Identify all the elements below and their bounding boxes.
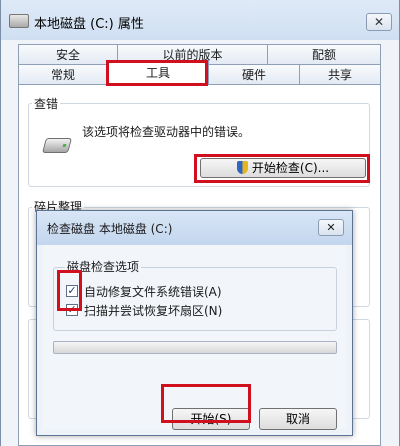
- close-button[interactable]: ✕: [366, 13, 392, 31]
- check-disk-dialog: 检查磁盘 本地磁盘 (C:) ✕ 磁盘检查选项 ✓ 自动修复文件系统错误(A) …: [36, 210, 353, 436]
- tab-tools[interactable]: 工具: [107, 60, 209, 84]
- tab-general[interactable]: 常规: [18, 64, 108, 84]
- window-titlebar: 本地磁盘 (C:) 属性 ✕: [1, 0, 399, 40]
- error-check-heading: 查错: [32, 95, 61, 112]
- hard-drive-icon: [41, 138, 73, 153]
- tab-security[interactable]: 安全: [18, 44, 118, 64]
- tab-hardware[interactable]: 硬件: [208, 64, 300, 84]
- tab-sharing[interactable]: 共享: [299, 64, 381, 84]
- window-title: 本地磁盘 (C:) 属性: [34, 17, 144, 32]
- check-now-label: 开始检查(C)...: [251, 161, 330, 175]
- scan-recover-checkbox[interactable]: ✓: [66, 304, 78, 316]
- shield-icon: [236, 161, 248, 174]
- auto-fix-label: 自动修复文件系统错误(A): [84, 285, 222, 299]
- dialog-titlebar: 检查磁盘 本地磁盘 (C:) ✕: [37, 211, 352, 245]
- disk-options-heading: 磁盘检查选项: [65, 258, 142, 275]
- error-check-description: 该选项将检查驱动器中的错误。: [82, 125, 251, 139]
- cancel-button[interactable]: 取消: [259, 408, 337, 430]
- tab-quota[interactable]: 配额: [267, 44, 381, 64]
- scan-recover-label: 扫描并尝试恢复坏扇区(N): [84, 304, 223, 318]
- drive-icon: [9, 14, 29, 28]
- dialog-close-button[interactable]: ✕: [318, 219, 344, 236]
- screen: 本地磁盘 (C:) 属性 ✕ 安全 以前的版本 配额 常规 工具 硬件 共享 查…: [0, 0, 400, 446]
- dialog-body: 磁盘检查选项 ✓ 自动修复文件系统错误(A) ✓ 扫描并尝试恢复坏扇区(N) 开…: [43, 245, 346, 430]
- start-button[interactable]: 开始(S): [172, 408, 250, 430]
- check-now-button[interactable]: 开始检查(C)...: [200, 158, 366, 178]
- auto-fix-checkbox[interactable]: ✓: [66, 285, 78, 297]
- check-progress-bar: [53, 341, 337, 354]
- dialog-title: 检查磁盘 本地磁盘 (C:): [47, 222, 173, 236]
